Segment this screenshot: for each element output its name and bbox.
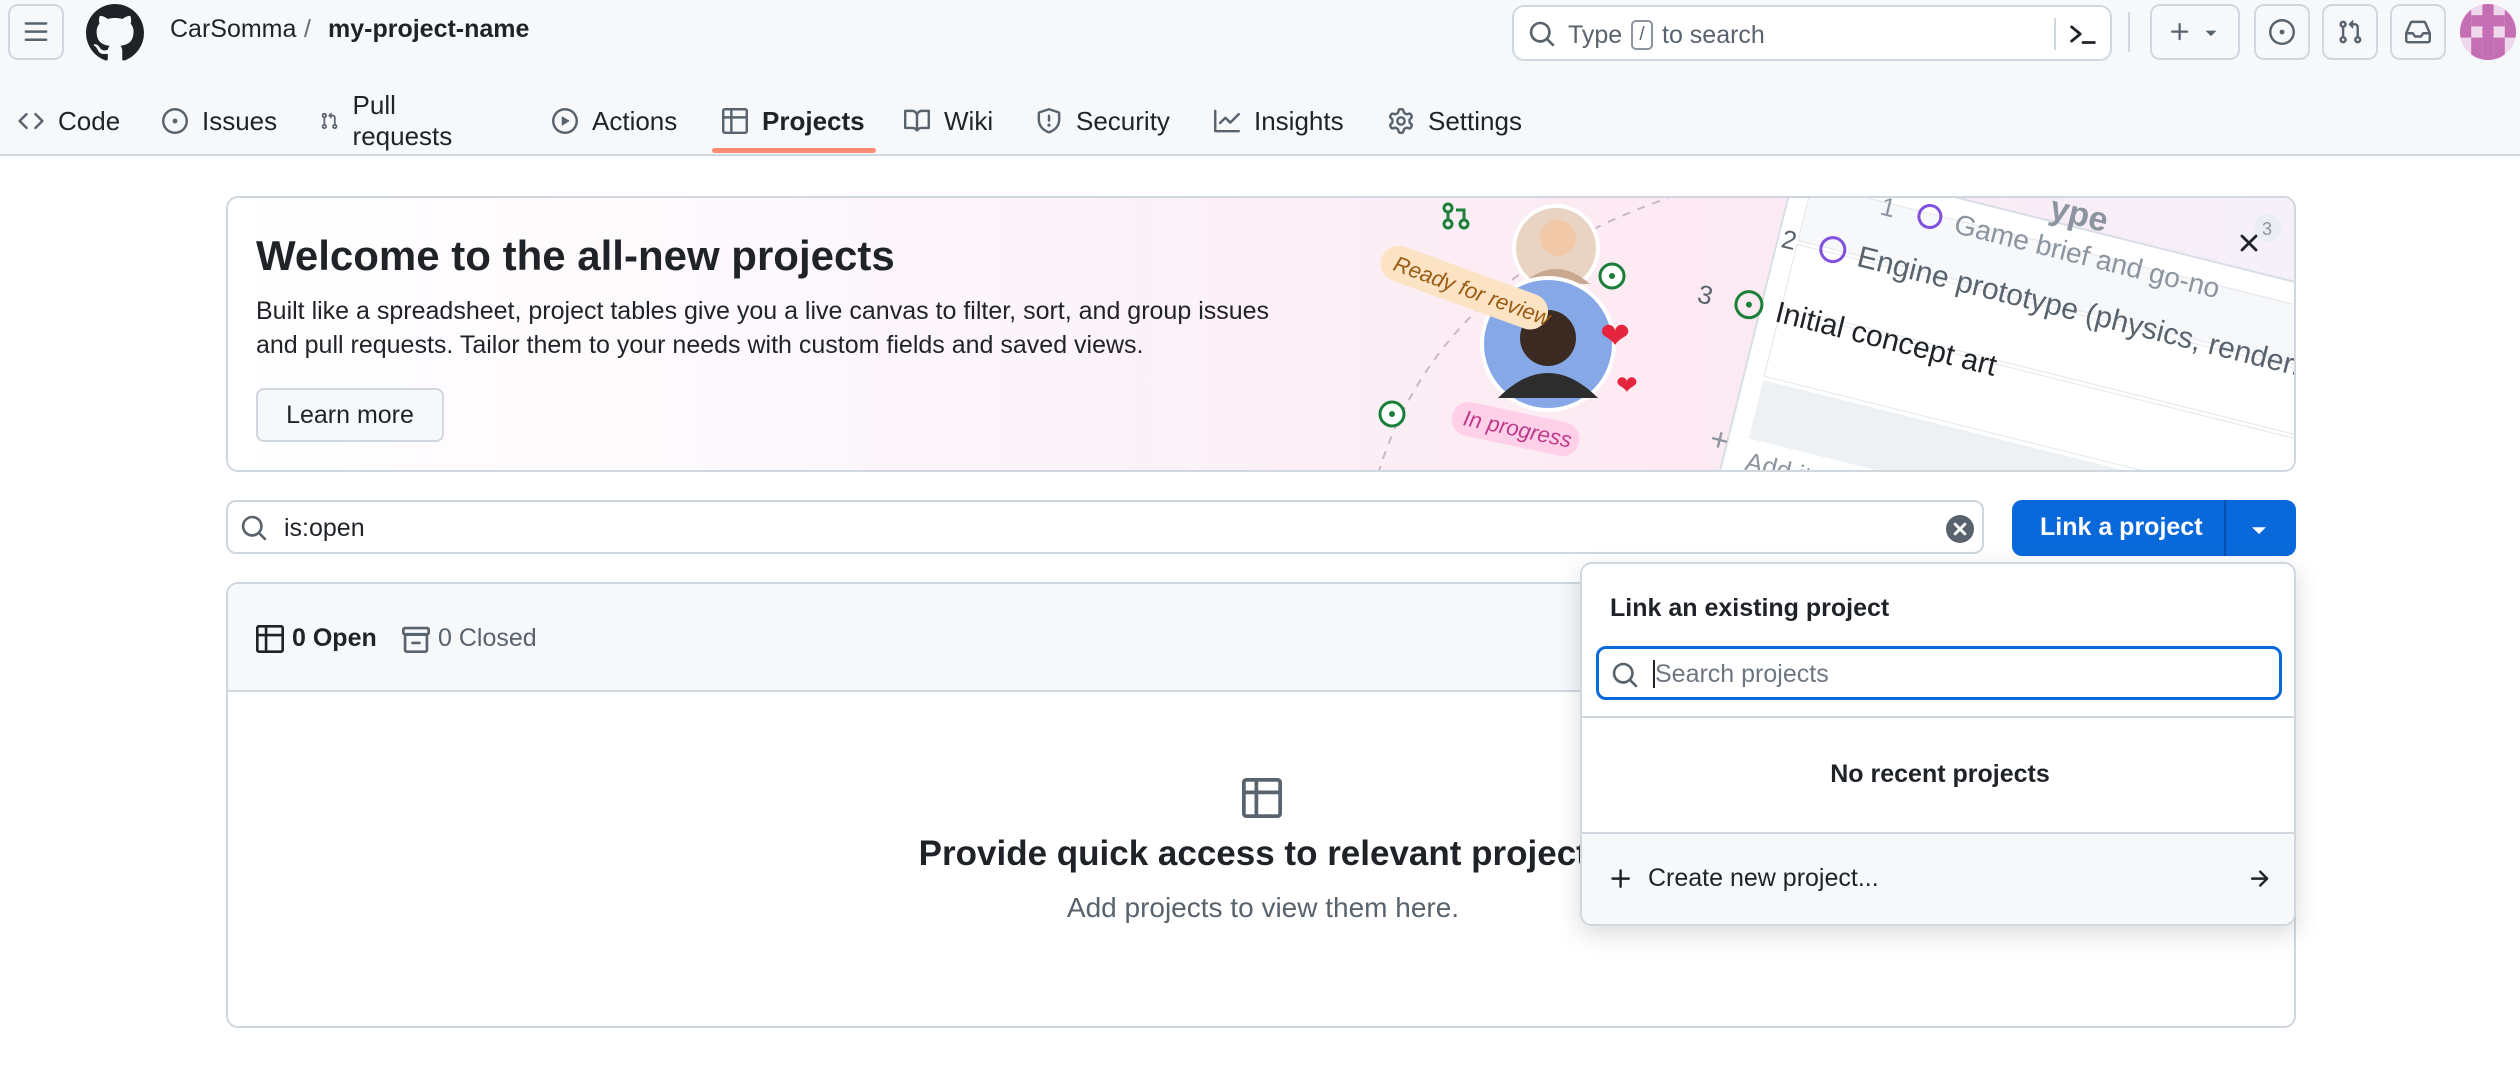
open-projects-label: 0 Open xyxy=(292,624,377,652)
no-recent-projects-text: No recent projects xyxy=(1830,760,2050,788)
banner-title: Welcome to the all-new projects xyxy=(256,232,895,279)
search-icon xyxy=(241,515,267,541)
link-project-dropdown: Link an existing project Search projects… xyxy=(1580,562,2296,926)
open-projects-filter[interactable]: 0 Open xyxy=(256,624,377,653)
git-pull-request-icon xyxy=(321,112,338,130)
inbox-icon xyxy=(2405,20,2431,44)
git-pull-request-icon xyxy=(1442,202,1470,230)
tab-pull-requests[interactable]: Pull requests xyxy=(320,88,460,154)
book-icon xyxy=(904,109,930,132)
search-icon xyxy=(1612,662,1638,688)
pull-requests-shortcut-button[interactable] xyxy=(2322,4,2378,60)
tab-insights[interactable]: Insights xyxy=(1214,88,1344,154)
search-divider xyxy=(2054,18,2056,50)
search-prefix-text: Type xyxy=(1568,21,1623,49)
tab-actions-label: Actions xyxy=(592,105,678,136)
banner-art-row3-num: 3 xyxy=(1695,278,1716,311)
user-avatar[interactable] xyxy=(2460,4,2516,60)
tab-wiki-label: Wiki xyxy=(944,105,994,136)
identicon-icon xyxy=(2460,4,2516,60)
graph-icon xyxy=(1214,109,1240,133)
close-icon[interactable] xyxy=(2234,228,2264,258)
tab-pull-requests-label: Pull requests xyxy=(352,90,453,151)
tab-issues-label: Issues xyxy=(202,105,278,136)
code-icon xyxy=(18,112,44,130)
command-palette-icon[interactable] xyxy=(2066,19,2100,49)
issues-shortcut-button[interactable] xyxy=(2254,4,2310,60)
tab-security-label: Security xyxy=(1076,105,1170,136)
plus-icon xyxy=(2171,23,2189,41)
shield-icon xyxy=(1037,108,1061,134)
search-projects-placeholder: Search projects xyxy=(1655,660,1829,688)
github-logo-icon[interactable] xyxy=(86,4,144,62)
tab-code-label: Code xyxy=(58,105,121,136)
dropdown-divider xyxy=(1582,716,2294,718)
tab-issues[interactable]: Issues xyxy=(162,88,277,154)
projects-filter-input[interactable]: is:open xyxy=(226,500,1984,554)
global-search-input[interactable]: Type / to search xyxy=(1512,5,2112,61)
create-new-project-label: Create new project... xyxy=(1648,864,1879,892)
hamburger-icon xyxy=(24,22,48,41)
triangle-down-icon[interactable] xyxy=(2248,522,2270,538)
learn-more-button[interactable]: Learn more xyxy=(256,388,444,442)
archive-icon xyxy=(402,626,430,653)
link-project-button[interactable]: Link a project xyxy=(2012,500,2296,556)
banner-illustration: ype 3 1 Game brief and go-no 2 Engine pr… xyxy=(1378,198,2294,470)
closed-projects-filter[interactable]: 0 Closed xyxy=(402,624,537,653)
git-pull-request-icon xyxy=(2339,19,2362,44)
issue-opened-icon xyxy=(2269,19,2295,45)
link-project-divider xyxy=(2224,500,2226,556)
search-icon xyxy=(1529,21,1555,47)
plus-icon xyxy=(1611,869,1630,888)
play-icon xyxy=(552,108,578,134)
link-project-label: Link a project xyxy=(2040,513,2203,541)
tab-code[interactable]: Code xyxy=(18,88,120,154)
search-shortcut-key: / xyxy=(1631,20,1653,50)
header-divider xyxy=(2128,12,2130,52)
tab-projects-label: Projects xyxy=(762,105,865,136)
tab-settings[interactable]: Settings xyxy=(1388,88,1522,154)
triangle-down-icon xyxy=(2205,30,2217,36)
tab-actions[interactable]: Actions xyxy=(552,88,677,154)
menu-button[interactable] xyxy=(8,4,64,60)
create-new-project-item[interactable]: Create new project... xyxy=(1582,834,2294,924)
inbox-button[interactable] xyxy=(2390,4,2446,60)
breadcrumb-repo-link[interactable]: my-project-name xyxy=(328,15,529,44)
welcome-banner: Welcome to the all-new projects Built li… xyxy=(226,196,2296,472)
table-icon xyxy=(256,624,284,653)
search-suffix-text: to search xyxy=(1662,21,1765,49)
search-projects-input[interactable]: Search projects xyxy=(1596,646,2282,700)
clear-filter-icon[interactable] xyxy=(1946,515,1974,543)
banner-description: Built like a spreadsheet, project tables… xyxy=(256,297,1270,359)
tab-insights-label: Insights xyxy=(1254,105,1344,136)
issue-opened-icon xyxy=(162,108,188,134)
table-icon xyxy=(722,108,748,134)
active-tab-indicator xyxy=(712,148,876,153)
table-icon xyxy=(1242,778,1282,818)
breadcrumb-separator: / xyxy=(304,15,311,43)
breadcrumb-owner-link[interactable]: CarSomma xyxy=(170,15,296,44)
heart-icon: ❤ xyxy=(1600,315,1630,356)
closed-projects-label: 0 Closed xyxy=(438,624,537,652)
tab-projects[interactable]: Projects xyxy=(722,88,865,154)
create-new-button[interactable] xyxy=(2150,4,2240,60)
tab-settings-label: Settings xyxy=(1428,105,1522,136)
filter-query-text: is:open xyxy=(284,514,365,542)
arrow-right-icon xyxy=(2250,870,2269,887)
gear-icon xyxy=(1388,108,1414,134)
tab-wiki[interactable]: Wiki xyxy=(904,88,993,154)
heart-icon: ❤ xyxy=(1616,370,1638,400)
dropdown-title: Link an existing project xyxy=(1610,594,1890,622)
tab-security[interactable]: Security xyxy=(1036,88,1170,154)
